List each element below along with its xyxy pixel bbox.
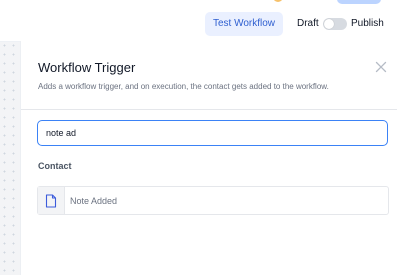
test-workflow-button[interactable]: Test Workflow bbox=[205, 12, 283, 36]
top-accent-button[interactable] bbox=[337, 0, 381, 4]
draft-label: Draft bbox=[297, 18, 319, 29]
close-icon[interactable] bbox=[375, 61, 387, 73]
toggle-knob bbox=[324, 19, 334, 29]
section-label-contact: Contact bbox=[38, 161, 72, 171]
document-icon bbox=[45, 194, 57, 208]
trigger-search-input[interactable] bbox=[37, 120, 388, 146]
workflow-trigger-panel: Workflow Trigger Adds a workflow trigger… bbox=[20, 41, 397, 275]
workflow-canvas bbox=[0, 41, 20, 275]
publish-toggle[interactable] bbox=[323, 18, 347, 30]
top-bar: Test Workflow Draft Publish bbox=[0, 0, 397, 42]
trigger-option-note-added[interactable]: Note Added bbox=[37, 186, 389, 215]
option-label: Note Added bbox=[70, 196, 118, 206]
option-icon-box bbox=[38, 187, 65, 214]
panel-title: Workflow Trigger bbox=[38, 60, 136, 75]
panel-subtitle: Adds a workflow trigger, and on executio… bbox=[38, 82, 329, 91]
panel-header: Workflow Trigger Adds a workflow trigger… bbox=[21, 41, 397, 110]
publish-label: Publish bbox=[351, 18, 384, 29]
top-accent-dot bbox=[273, 0, 283, 2]
